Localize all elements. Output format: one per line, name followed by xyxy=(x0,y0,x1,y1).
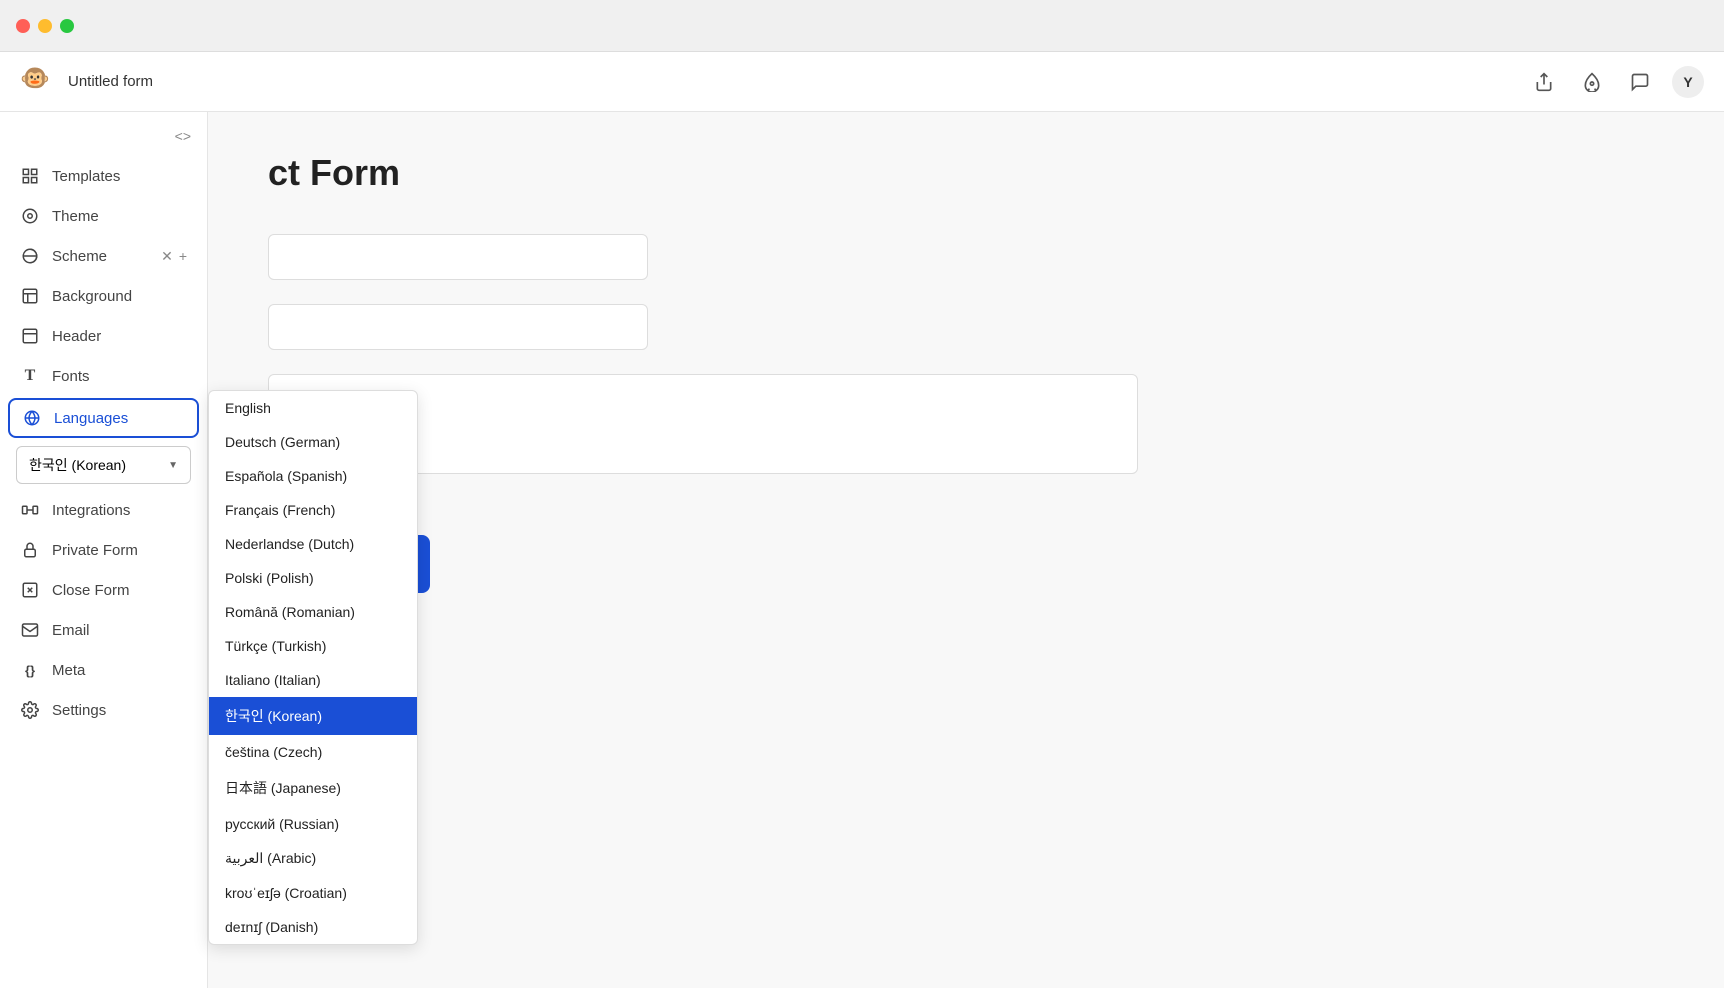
private-form-icon xyxy=(20,540,40,560)
dropdown-item-croatian[interactable]: kroʊˈeɪʃə (Croatian) xyxy=(209,876,417,910)
titlebar xyxy=(0,0,1724,52)
dropdown-item-english[interactable]: English xyxy=(209,391,417,425)
main-layout: <> Templates Theme Scheme ✕ + xyxy=(0,112,1724,988)
fonts-icon: T xyxy=(20,366,40,386)
dropdown-item-japanese[interactable]: 日本語 (Japanese) xyxy=(209,769,417,807)
fonts-label: Fonts xyxy=(52,368,90,385)
sidebar: <> Templates Theme Scheme ✕ + xyxy=(0,112,208,988)
chevron-down-icon: ▼ xyxy=(168,460,178,471)
languages-icon xyxy=(22,408,42,428)
sidebar-item-templates[interactable]: Templates xyxy=(0,156,207,196)
close-button[interactable] xyxy=(16,19,30,33)
integrations-label: Integrations xyxy=(52,502,130,519)
sidebar-toggle[interactable]: <> xyxy=(0,124,207,156)
sidebar-item-background[interactable]: Background xyxy=(0,276,207,316)
meta-label: Meta xyxy=(52,662,85,679)
toggle-icon: <> xyxy=(175,128,191,144)
share-icon[interactable] xyxy=(1528,66,1560,98)
dropdown-item-french[interactable]: Français (French) xyxy=(209,493,417,527)
sidebar-item-integrations[interactable]: Integrations xyxy=(0,490,207,530)
scheme-label: Scheme xyxy=(52,248,107,265)
language-select-value: 한국인 (Korean) xyxy=(29,455,126,475)
dropdown-item-dutch[interactable]: Nederlandse (Dutch) xyxy=(209,527,417,561)
dropdown-item-danish[interactable]: deɪnɪʃ (Danish) xyxy=(209,910,417,944)
form-title: ct Form xyxy=(268,152,1664,194)
sidebar-item-meta[interactable]: {} Meta xyxy=(0,650,207,690)
dropdown-item-arabic[interactable]: العربية (Arabic) xyxy=(209,841,417,876)
dropdown-item-italian[interactable]: Italiano (Italian) xyxy=(209,663,417,697)
form-field-2 xyxy=(268,304,1664,350)
settings-icon xyxy=(20,700,40,720)
sidebar-item-email[interactable]: Email xyxy=(0,610,207,650)
traffic-lights xyxy=(16,19,74,33)
settings-label: Settings xyxy=(52,702,106,719)
background-icon xyxy=(20,286,40,306)
app-title: Untitled form xyxy=(68,73,153,90)
scheme-icon xyxy=(20,246,40,266)
dropdown-item-romanian[interactable]: Română (Romanian) xyxy=(209,595,417,629)
user-avatar[interactable]: Y xyxy=(1672,66,1704,98)
maximize-button[interactable] xyxy=(60,19,74,33)
templates-icon xyxy=(20,166,40,186)
close-form-label: Close Form xyxy=(52,582,130,599)
language-dropdown: English Deutsch (German) Española (Spani… xyxy=(208,390,418,945)
sidebar-item-fonts[interactable]: T Fonts xyxy=(0,356,207,396)
email-icon xyxy=(20,620,40,640)
close-form-icon xyxy=(20,580,40,600)
header-label: Header xyxy=(52,328,101,345)
email-label: Email xyxy=(52,622,90,639)
private-form-label: Private Form xyxy=(52,542,138,559)
app-header: 🐵 Untitled form Y xyxy=(0,52,1724,112)
templates-label: Templates xyxy=(52,168,120,185)
meta-icon: {} xyxy=(20,660,40,680)
minimize-button[interactable] xyxy=(38,19,52,33)
sidebar-item-header[interactable]: Header xyxy=(0,316,207,356)
scheme-add-icon[interactable]: + xyxy=(179,248,187,265)
integrations-icon xyxy=(20,500,40,520)
dropdown-item-turkish[interactable]: Türkçe (Turkish) xyxy=(209,629,417,663)
dropdown-item-russian[interactable]: русский (Russian) xyxy=(209,807,417,841)
form-input-1[interactable] xyxy=(268,234,648,280)
background-label: Background xyxy=(52,288,132,305)
language-select-container: 한국인 (Korean) ▼ xyxy=(0,440,207,490)
sidebar-item-languages[interactable]: Languages xyxy=(8,398,199,438)
form-field-1 xyxy=(268,234,1664,280)
comment-icon[interactable] xyxy=(1624,66,1656,98)
theme-icon xyxy=(20,206,40,226)
theme-label: Theme xyxy=(52,208,99,225)
dropdown-item-polish[interactable]: Polski (Polish) xyxy=(209,561,417,595)
header-icon xyxy=(20,326,40,346)
scheme-delete-icon[interactable]: ✕ xyxy=(161,248,173,265)
dropdown-item-korean[interactable]: 한국인 (Korean) xyxy=(209,697,417,735)
dropdown-item-german[interactable]: Deutsch (German) xyxy=(209,425,417,459)
language-select[interactable]: 한국인 (Korean) ▼ xyxy=(16,446,191,484)
dropdown-list: English Deutsch (German) Española (Spani… xyxy=(208,390,418,945)
app-logo: 🐵 xyxy=(20,64,56,100)
rocket-icon[interactable] xyxy=(1576,66,1608,98)
sidebar-item-settings[interactable]: Settings xyxy=(0,690,207,730)
scheme-actions: ✕ + xyxy=(161,248,187,265)
languages-label: Languages xyxy=(54,410,128,427)
sidebar-item-theme[interactable]: Theme xyxy=(0,196,207,236)
header-actions: Y xyxy=(1528,66,1704,98)
sidebar-item-private-form[interactable]: Private Form xyxy=(0,530,207,570)
dropdown-item-czech[interactable]: čeština (Czech) xyxy=(209,735,417,769)
sidebar-item-scheme[interactable]: Scheme ✕ + xyxy=(0,236,207,276)
content-area: ct Form 제출하다 English Deutsch (German) Es… xyxy=(208,112,1724,988)
form-input-2[interactable] xyxy=(268,304,648,350)
sidebar-item-close-form[interactable]: Close Form xyxy=(0,570,207,610)
dropdown-item-spanish[interactable]: Española (Spanish) xyxy=(209,459,417,493)
form-field-3 xyxy=(268,374,1664,479)
